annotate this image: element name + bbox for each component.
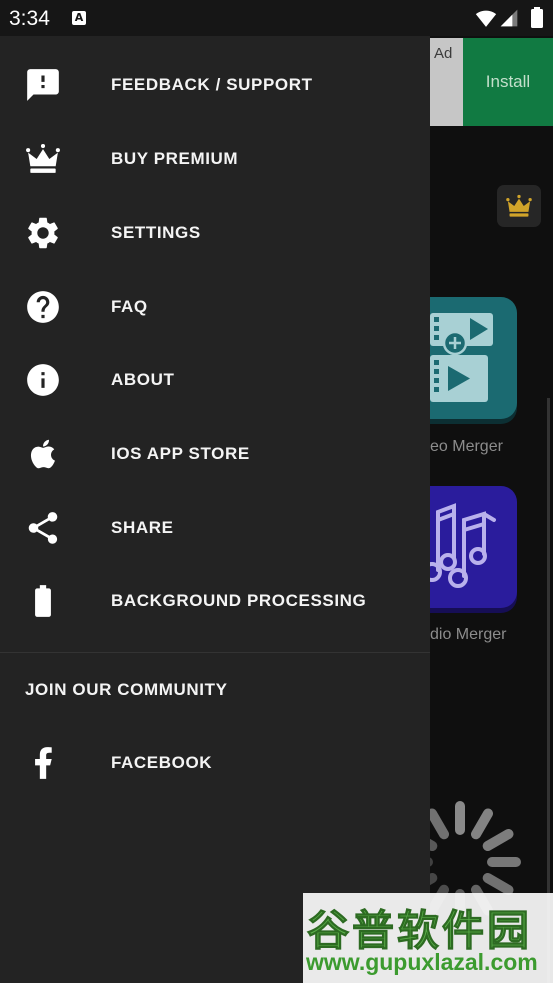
menu-item-label: BACKGROUND PROCESSING: [111, 591, 367, 610]
menu-item-label: FEEDBACK / SUPPORT: [111, 75, 313, 94]
navigation-drawer: FEEDBACK / SUPPORT BUY PREMIUM SETTINGS: [0, 36, 430, 983]
status-bar: 3:34 A: [0, 0, 553, 36]
menu-item-label: ABOUT: [111, 370, 175, 389]
menu-item-label: BUY PREMIUM: [111, 149, 239, 168]
menu-item-feedback-support[interactable]: FEEDBACK / SUPPORT: [0, 48, 430, 122]
facebook-icon: [35, 747, 52, 779]
apple-icon: [30, 439, 56, 469]
gear-icon: [28, 217, 58, 249]
crown-icon: [26, 143, 60, 173]
menu-item-label: FACEBOOK: [111, 753, 213, 772]
watermark-url: www.gupuxlazal.com: [306, 949, 538, 975]
wifi-icon: [475, 10, 497, 27]
battery-icon: [35, 585, 51, 617]
watermark: 谷普软件园 www.gupuxlazal.com: [303, 893, 553, 983]
menu-item-background-processing[interactable]: BACKGROUND PROCESSING: [0, 564, 430, 638]
community-section-header: JOIN OUR COMMUNITY: [25, 680, 228, 699]
help-circle-icon: [27, 291, 59, 323]
menu-item-label: FAQ: [111, 297, 148, 316]
menu-item-ios-app-store[interactable]: IOS APP STORE: [0, 417, 430, 491]
app-screen: 3:34 A Ad Install eo Merger dio Merger F…: [0, 0, 553, 983]
menu-item-facebook[interactable]: FACEBOOK: [0, 726, 430, 800]
signal-icon: [500, 9, 518, 27]
share-icon: [28, 512, 58, 544]
menu-item-buy-premium[interactable]: BUY PREMIUM: [0, 122, 430, 196]
status-time: 3:34: [9, 7, 50, 30]
menu-item-label: SETTINGS: [111, 223, 201, 242]
drawer-divider: [0, 652, 430, 653]
menu-item-settings[interactable]: SETTINGS: [0, 196, 430, 270]
a-notification-icon: A: [72, 11, 86, 25]
menu-item-label: SHARE: [111, 518, 174, 537]
battery-icon: [531, 7, 543, 28]
menu-item-faq[interactable]: FAQ: [0, 270, 430, 344]
info-icon: [27, 364, 59, 396]
menu-item-share[interactable]: SHARE: [0, 491, 430, 565]
drawer-scrim[interactable]: [430, 36, 553, 983]
feedback-icon: [27, 69, 59, 101]
menu-item-label: IOS APP STORE: [111, 444, 250, 463]
menu-item-about[interactable]: ABOUT: [0, 343, 430, 417]
